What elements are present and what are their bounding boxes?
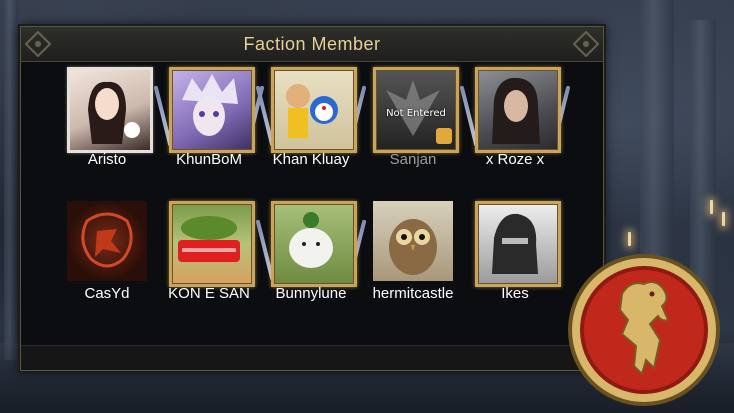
- portrait-icon: [88, 81, 140, 144]
- helmet-icon: [492, 213, 538, 274]
- member-avatar: [169, 201, 255, 287]
- dragon-emblem-icon: [81, 212, 133, 268]
- member-x-roze-x[interactable]: x Roze x: [459, 67, 571, 187]
- candle-light: [710, 200, 713, 214]
- member-hermitcastle[interactable]: hermitcastle: [363, 201, 463, 321]
- candle-light: [628, 232, 631, 246]
- member-avatar: [271, 67, 357, 153]
- robot-icon: [436, 128, 452, 144]
- member-name: x Roze x: [485, 151, 545, 168]
- member-kon-e-san[interactable]: KON E SAN: [159, 201, 259, 321]
- member-sanjan[interactable]: Not Entered Sanjan: [363, 67, 463, 187]
- portrait-icon: [182, 74, 238, 136]
- cat-icon: [289, 212, 333, 268]
- member-aristo[interactable]: Aristo: [57, 67, 157, 187]
- member-avatar: [67, 201, 147, 281]
- member-avatar: [373, 201, 453, 281]
- faction-member-panel: Faction Member Aristo KhunBoM Khan Kluay…: [20, 26, 604, 371]
- portrait-icon: [492, 77, 540, 144]
- not-entered-status: Not Entered: [386, 108, 446, 119]
- member-avatar: [67, 67, 153, 153]
- member-ikes[interactable]: Ikes: [465, 201, 565, 321]
- member-khan-kluay[interactable]: Khan Kluay: [255, 67, 367, 187]
- member-casyd[interactable]: CasYd: [57, 201, 157, 321]
- member-name: Ikes: [501, 285, 529, 302]
- member-bunnylune[interactable]: Bunnylune: [255, 201, 367, 321]
- member-avatar: [475, 67, 561, 153]
- panel-footer: [21, 345, 603, 370]
- cartoon-icon: [286, 84, 338, 138]
- member-avatar: [169, 67, 255, 153]
- food-icon: [178, 216, 240, 262]
- member-avatar: [271, 201, 357, 287]
- member-khunbom[interactable]: KhunBoM: [153, 67, 265, 187]
- background-pillar: [4, 0, 18, 360]
- panel-header: Faction Member: [21, 27, 603, 62]
- panel-title: Faction Member: [243, 34, 381, 54]
- owl-icon: [389, 219, 437, 275]
- lion-crest-icon[interactable]: [564, 250, 724, 410]
- member-avatar: Not Entered: [373, 67, 459, 153]
- member-avatar: [475, 201, 561, 287]
- candle-light: [722, 212, 725, 226]
- corner-ornament-icon: [572, 30, 600, 58]
